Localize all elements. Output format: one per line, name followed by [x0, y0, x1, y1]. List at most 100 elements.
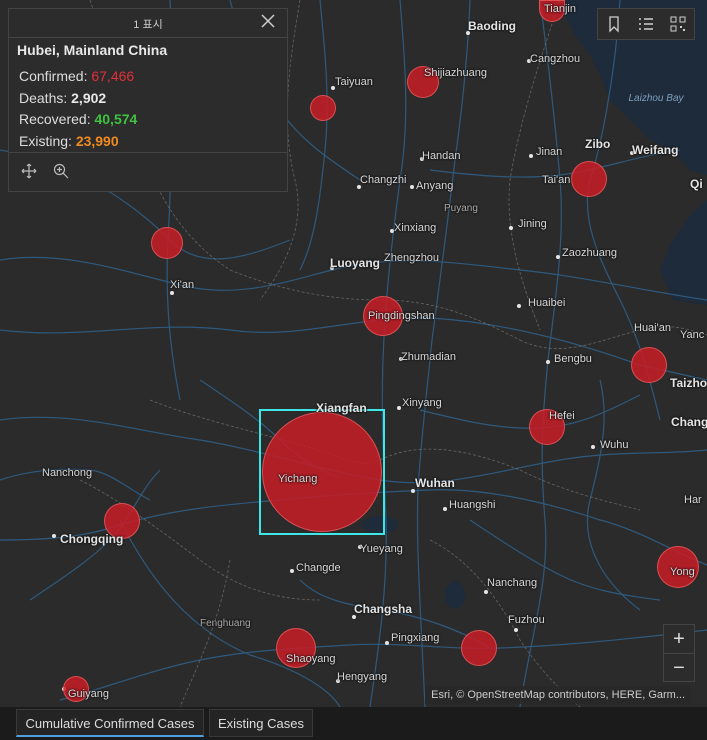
city-label: Zaozhuang [562, 247, 618, 259]
move-icon[interactable] [21, 163, 37, 179]
city-dot [397, 406, 401, 410]
city-label: Fenghuang [200, 618, 251, 629]
city-label: Nanchang [487, 577, 538, 589]
city-label: Taizho [670, 376, 707, 390]
city-label: Pingxiang [391, 632, 440, 644]
city-label: Huai'an [634, 322, 671, 334]
city-label: Jining [518, 218, 547, 230]
city-label: Bengbu [554, 353, 592, 365]
existing-value: 23,990 [75, 132, 119, 149]
city-label: Qi [690, 177, 703, 191]
legend-list-icon[interactable] [637, 15, 655, 33]
tab-existing-cases[interactable]: Existing Cases [209, 709, 313, 737]
city-dot [509, 226, 513, 230]
city-label: Shaoyang [286, 653, 336, 665]
city-dot [484, 590, 488, 594]
city-label: Zibo [585, 137, 611, 151]
city-label: Luoyang [330, 256, 380, 270]
city-label: Hengyang [337, 671, 388, 683]
close-icon[interactable] [261, 13, 275, 31]
city-label: Xi'an [170, 279, 195, 291]
city-label: Xinxiang [394, 222, 437, 234]
zoom-control: + − [663, 624, 695, 682]
bookmark-icon[interactable] [605, 15, 623, 33]
city-dot [410, 185, 414, 189]
case-bubble[interactable] [461, 630, 497, 666]
city-label: Yong [670, 566, 695, 578]
city-label: Anyang [416, 180, 454, 192]
sea-area [660, 200, 707, 305]
city-label: Yanc [680, 329, 705, 341]
recovered-row: Recovered: 40,574 [19, 109, 287, 131]
city-label: Changde [296, 562, 341, 574]
case-bubble[interactable] [151, 227, 183, 259]
existing-label: Existing: [19, 132, 72, 149]
city-label: Weifang [632, 143, 679, 157]
city-dot [170, 291, 174, 295]
city-label: Changsha [354, 602, 413, 616]
city-label: Cangzhou [530, 53, 581, 65]
city-label: Tianjin [544, 3, 576, 15]
city-dot [290, 569, 294, 573]
zoom-in-icon[interactable] [53, 163, 69, 179]
city-dot [443, 507, 447, 511]
city-dot [591, 445, 595, 449]
city-label: Yichang [278, 473, 318, 485]
map-view[interactable]: Laizhou Bay Tianjin Baoding Cangzhou Tai… [0, 0, 707, 707]
city-dot [517, 304, 521, 308]
city-label: Nanchong [42, 467, 93, 479]
feature-count: 1 표시 [133, 19, 163, 31]
tab-cumulative-confirmed[interactable]: Cumulative Confirmed Cases [16, 709, 204, 737]
existing-row: Existing: 23,990 [19, 131, 287, 153]
deaths-value: 2,902 [71, 89, 107, 106]
city-label: Xinyang [402, 397, 442, 409]
popup-title: Hubei, Mainland China [17, 42, 168, 58]
attribution[interactable]: Esri, © OpenStreetMap contributors, HERE… [425, 686, 691, 704]
city-label: Zhumadian [401, 351, 457, 363]
zoom-out-button[interactable]: − [664, 653, 694, 682]
water-label: Laizhou Bay [628, 93, 684, 104]
city-dot [52, 534, 56, 538]
confirmed-row: Confirmed: 67,466 [19, 66, 287, 88]
city-label: Xiangfan [316, 401, 367, 415]
city-label: Yueyang [360, 543, 403, 555]
popup-header: 1 표시 [9, 9, 287, 38]
city-label: Chang [671, 415, 707, 429]
case-bubble[interactable] [310, 95, 336, 121]
city-dot [514, 628, 518, 632]
city-label: Huaibei [528, 297, 566, 309]
city-label: Har [684, 494, 702, 506]
city-label: Shijiazhuang [424, 67, 487, 79]
case-bubble[interactable] [571, 161, 607, 197]
city-label: Hefei [549, 410, 575, 422]
city-label: Huangshi [449, 499, 496, 511]
city-label: Taiyuan [335, 76, 373, 88]
lake [445, 581, 465, 609]
deaths-label: Deaths: [19, 89, 68, 106]
city-dot [529, 154, 533, 158]
city-label: Wuhu [600, 439, 629, 451]
city-label: Baoding [468, 19, 516, 33]
popup-body: Confirmed: 67,466 Deaths: 2,902 Recovere… [9, 58, 287, 152]
city-label: Pingdingshan [368, 310, 435, 322]
city-dot [546, 360, 550, 364]
confirmed-value: 67,466 [91, 68, 135, 84]
map-toolbar [597, 8, 695, 40]
feature-popup: 1 표시 Hubei, Mainland China Confirmed: 67… [8, 8, 288, 192]
city-label: Guiyang [68, 688, 109, 700]
city-dot [385, 641, 389, 645]
zoom-in-button[interactable]: + [664, 625, 694, 653]
city-label: Wuhan [415, 476, 455, 490]
city-dot [556, 255, 560, 259]
confirmed-label: Confirmed: [19, 68, 88, 84]
city-label: Zhengzhou [384, 252, 440, 264]
city-label: Tai'an [542, 174, 571, 186]
qr-code-icon[interactable] [669, 15, 687, 33]
case-bubble[interactable] [631, 347, 667, 383]
city-label: Puyang [444, 203, 478, 214]
selection-highlight [259, 409, 385, 535]
recovered-value: 40,574 [94, 111, 138, 127]
city-label: Changzhi [360, 174, 407, 186]
city-label: Chongqing [60, 532, 124, 546]
city-label: Jinan [536, 146, 563, 158]
